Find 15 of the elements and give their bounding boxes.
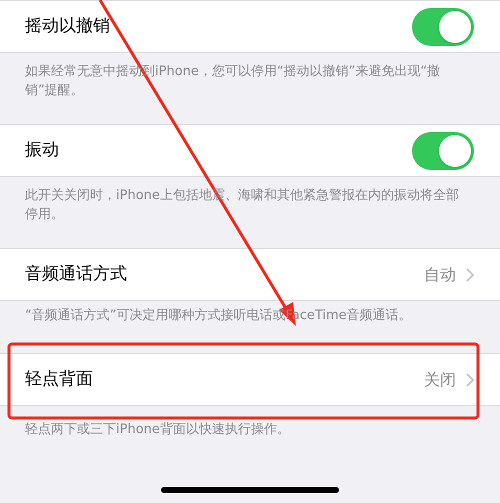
row-value: 关闭	[424, 368, 456, 390]
chevron-icon	[466, 268, 474, 282]
settings-row[interactable]: 摇动以撤销	[0, 0, 500, 53]
chevron-icon	[466, 372, 474, 386]
row-value: 自动	[424, 264, 456, 286]
toggle-switch[interactable]	[412, 132, 474, 170]
row-label: 音频通话方式	[25, 262, 127, 286]
row-label: 振动	[25, 138, 59, 162]
footer-note: 轻点两下或三下iPhone背面以快速执行操作。	[25, 421, 291, 439]
settings-row[interactable]: 振动	[0, 124, 500, 177]
toggle-switch[interactable]	[412, 8, 474, 46]
settings-row[interactable]: 轻点背面 关闭	[0, 353, 500, 406]
row-label: 摇动以撤销	[25, 14, 110, 38]
settings-row[interactable]: 音频通话方式 自动	[0, 248, 500, 301]
row-label: 轻点背面	[25, 368, 93, 391]
